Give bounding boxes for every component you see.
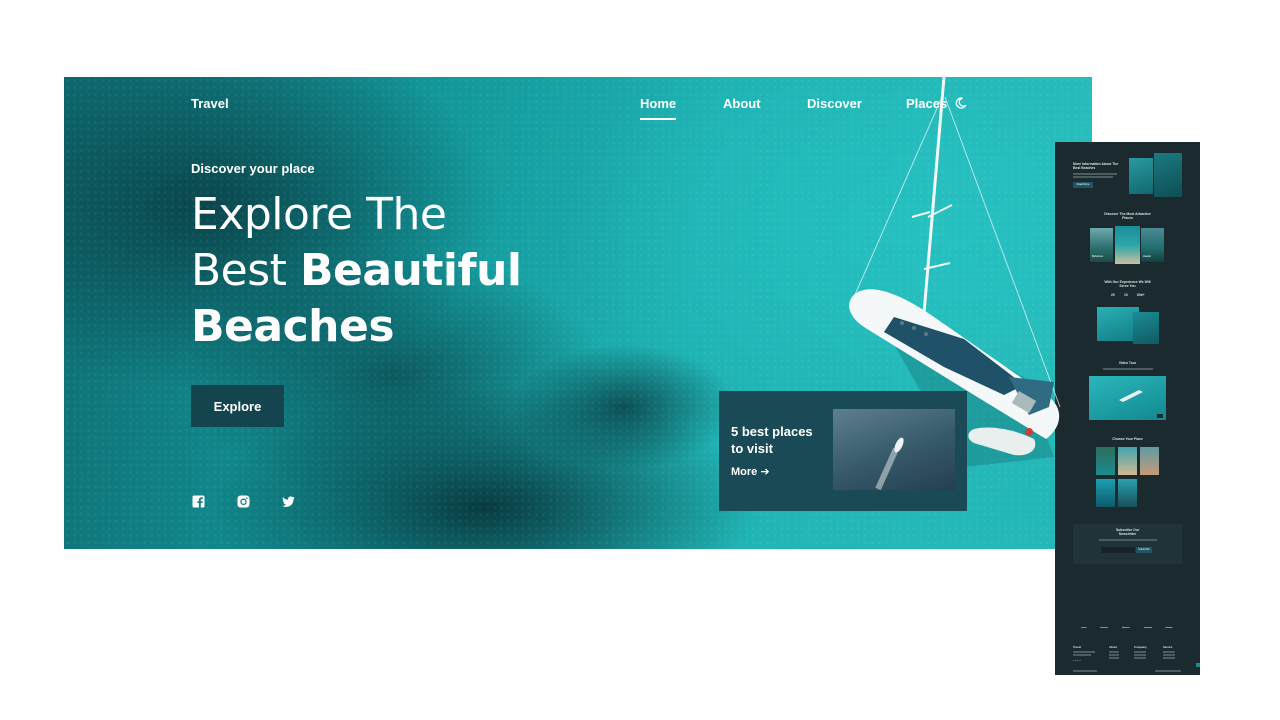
facebook-icon[interactable] xyxy=(192,495,205,508)
mobile-place-label: Bahamas xyxy=(1092,255,1103,258)
moon-icon[interactable] xyxy=(955,97,967,109)
mobile-copyright xyxy=(1073,670,1097,672)
mobile-footer-heading: Secure xyxy=(1163,645,1173,649)
mobile-stat: 60k+ xyxy=(1137,293,1145,297)
nav-link-home[interactable]: Home xyxy=(640,96,677,120)
mobile-place-tile[interactable] xyxy=(1096,447,1115,475)
nav-link-about[interactable]: About xyxy=(723,96,761,111)
mobile-footer-col: Secure xyxy=(1163,645,1175,659)
mobile-scroll-up-button[interactable] xyxy=(1196,663,1200,667)
boat-thumbnail-image xyxy=(1119,390,1163,418)
headline-line2-light: Best xyxy=(191,245,287,296)
mobile-place-tile[interactable] xyxy=(1140,447,1159,475)
top-nav: Travel Home About Discover Places xyxy=(191,96,972,120)
instagram-icon[interactable] xyxy=(237,495,250,508)
mobile-sponsor-logo: ◌ ▬▬ xyxy=(1079,626,1087,629)
mobile-sponsor-logo: ▬▬▬ xyxy=(1144,626,1152,629)
arrow-right-icon: ➔ xyxy=(760,466,770,478)
mobile-footer-heading: Company xyxy=(1134,645,1147,649)
mobile-footer-col: Company xyxy=(1134,645,1147,659)
mobile-footer-heading: Travel xyxy=(1073,645,1082,649)
mobile-place-tile[interactable] xyxy=(1118,447,1137,475)
mobile-info-image xyxy=(1129,158,1153,194)
mobile-place-card[interactable] xyxy=(1115,226,1140,264)
explore-button[interactable]: Explore xyxy=(191,385,284,427)
mobile-footer-col: About xyxy=(1109,645,1119,659)
hero-section: Travel Home About Discover Places Discov… xyxy=(64,77,1092,549)
brand-logo[interactable]: Travel xyxy=(191,96,229,111)
mobile-place-label: Hawaii xyxy=(1143,255,1151,258)
mobile-footer-heading: About xyxy=(1109,645,1118,649)
headline-line3-bold: Beaches xyxy=(191,301,395,352)
card-more-label: More xyxy=(731,466,758,478)
nav-link-discover[interactable]: Discover xyxy=(807,96,862,111)
mobile-stat: 10 xyxy=(1124,293,1128,297)
mobile-info-image xyxy=(1154,153,1182,197)
places-card[interactable]: 5 best places to visit More ➔ xyxy=(719,391,967,511)
mobile-video-text xyxy=(1103,368,1153,370)
card-more-link[interactable]: More ➔ xyxy=(731,465,770,478)
card-image xyxy=(833,409,955,490)
mobile-footer-links xyxy=(1155,670,1181,672)
hero-tagline: Discover your place xyxy=(191,161,315,176)
nav-link-places[interactable]: Places xyxy=(906,96,947,111)
mobile-sponsor-logo: ◉▬▬ xyxy=(1122,626,1130,629)
speedboat-image xyxy=(875,437,904,490)
mobile-social-icons[interactable]: ● ● ● ● xyxy=(1073,659,1095,662)
mobile-place-tile[interactable] xyxy=(1118,479,1137,507)
page: Travel Home About Discover Places Discov… xyxy=(0,0,1280,720)
headline-line1: Explore The xyxy=(191,189,447,240)
mobile-sponsor-logo: ◈▬▬ xyxy=(1165,626,1173,629)
mobile-sponsor-logo: ▬▬▬ xyxy=(1100,626,1108,629)
hero-headline: Explore The Best Beautiful Beaches xyxy=(191,187,522,355)
mobile-experience-image xyxy=(1133,312,1159,344)
headline-line2-bold: Beautiful xyxy=(299,245,522,296)
mobile-footer-col: Travel ● ● ● ● xyxy=(1073,645,1095,662)
twitter-icon[interactable] xyxy=(282,495,295,508)
mobile-stat: 20 xyxy=(1111,293,1115,297)
mobile-subscribe-button[interactable]: Subscribe xyxy=(1136,547,1152,553)
mobile-place-tile[interactable] xyxy=(1096,479,1115,507)
mobile-subscribe-text xyxy=(1099,539,1157,541)
mobile-video-thumbnail[interactable] xyxy=(1089,376,1166,420)
card-title: 5 best places to visit xyxy=(731,424,813,456)
mobile-email-input[interactable] xyxy=(1101,547,1135,553)
